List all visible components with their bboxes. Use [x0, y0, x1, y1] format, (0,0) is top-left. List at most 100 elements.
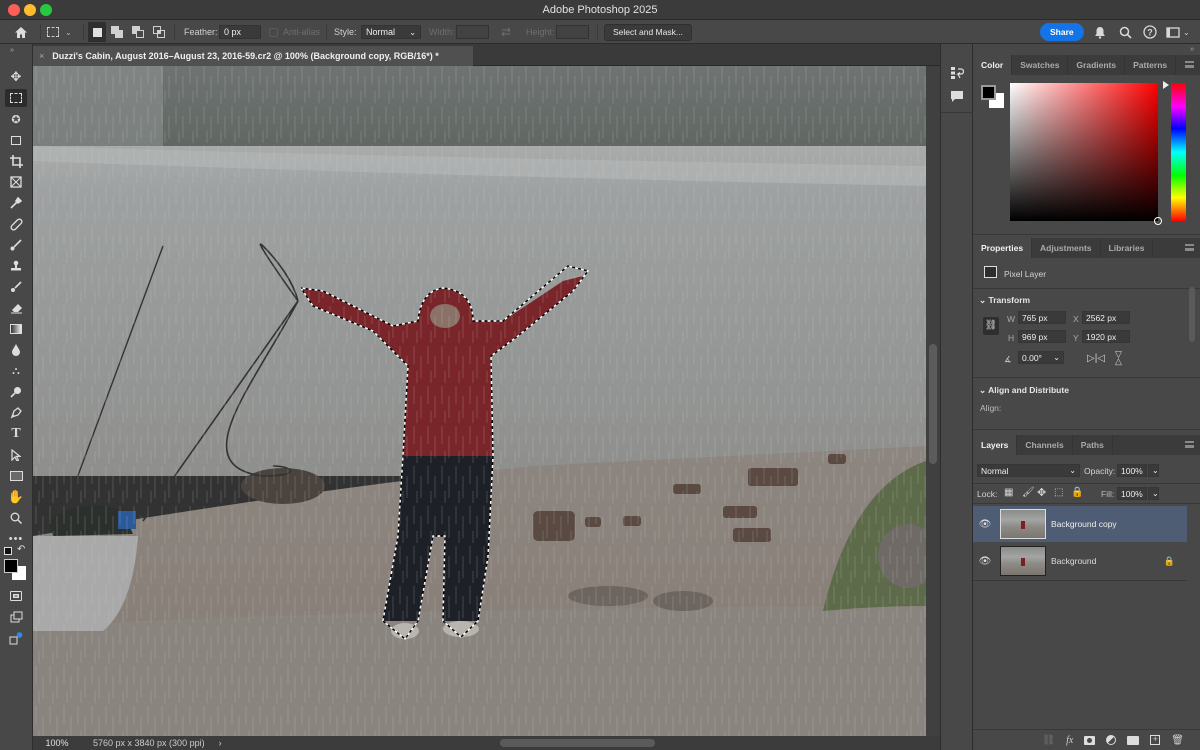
history-brush-tool[interactable]	[5, 278, 27, 296]
tab-libraries[interactable]: Libraries	[1101, 238, 1154, 258]
paint-bucket-tool[interactable]: ⛬	[5, 362, 27, 380]
link-layers-icon[interactable]: ⛓	[1042, 735, 1055, 746]
properties-scrollbar[interactable]	[1189, 287, 1195, 342]
tab-properties[interactable]: Properties	[973, 238, 1033, 258]
quick-mask-button[interactable]	[5, 587, 27, 605]
lock-all-icon[interactable]: 🔒	[1071, 487, 1083, 498]
transform-height-input[interactable]: 969 px	[1018, 330, 1066, 343]
flip-horizontal-icon[interactable]: ▷|◁	[1087, 353, 1105, 364]
add-to-selection-button[interactable]	[111, 20, 125, 44]
tool-preset-picker[interactable]: ⌄	[47, 20, 72, 44]
help-button[interactable]: ?	[1143, 20, 1157, 44]
tab-layers[interactable]: Layers	[973, 435, 1018, 455]
feather-input[interactable]: 0 px	[219, 25, 261, 39]
opacity-input[interactable]: 100%	[1117, 464, 1147, 477]
foreground-color-swatch[interactable]	[4, 559, 18, 573]
panel-menu-icon[interactable]	[1185, 61, 1194, 68]
notifications-button[interactable]	[1094, 20, 1106, 44]
tab-patterns[interactable]: Patterns	[1125, 55, 1177, 75]
move-tool[interactable]: ✥	[5, 68, 27, 86]
layer-row-background-copy[interactable]: 👁 Background copy	[973, 506, 1187, 542]
link-dimensions-icon[interactable]: ⛓	[983, 317, 999, 335]
brush-tool[interactable]	[5, 236, 27, 254]
panel-menu-icon[interactable]	[1185, 441, 1194, 448]
expand-toolbar-icon[interactable]: »	[10, 47, 14, 54]
visibility-eye-icon[interactable]: 👁	[973, 519, 997, 530]
opacity-dropdown[interactable]: ⌄	[1148, 464, 1159, 477]
screen-mode-button[interactable]	[5, 608, 27, 626]
subtract-from-selection-button[interactable]	[132, 20, 146, 44]
fill-input[interactable]: 100%	[1117, 487, 1147, 500]
color-field[interactable]	[1010, 83, 1162, 225]
rectangle-tool[interactable]	[5, 467, 27, 485]
blur-tool[interactable]	[5, 341, 27, 359]
rotation-angle-input[interactable]: 0.00° ⌄	[1018, 351, 1064, 364]
tab-gradients[interactable]: Gradients	[1068, 55, 1126, 75]
close-tab-icon[interactable]: ×	[39, 51, 44, 61]
swap-colors-icon[interactable]: ↶	[17, 544, 25, 555]
height-input[interactable]	[556, 25, 589, 39]
comments-panel-button[interactable]	[950, 90, 964, 105]
new-layer-icon[interactable]: +	[1150, 735, 1161, 745]
vertical-scrollbar[interactable]	[926, 66, 940, 736]
adjustment-layer-icon[interactable]	[1106, 735, 1117, 745]
horizontal-scroll-thumb[interactable]	[500, 739, 655, 747]
document-tab[interactable]: × Duzzi's Cabin, August 2016–August 23, …	[33, 46, 473, 66]
lock-position-icon[interactable]: ✥	[1037, 486, 1046, 499]
add-mask-icon[interactable]	[1084, 735, 1096, 745]
transform-section-toggle[interactable]: ⌄ Transform	[979, 295, 1030, 306]
history-panel-button[interactable]	[950, 66, 965, 82]
layer-row-background[interactable]: 👁 Background 🔒	[973, 543, 1187, 579]
share-button[interactable]: Share	[1040, 23, 1084, 41]
home-button[interactable]	[14, 20, 28, 44]
fill-dropdown[interactable]: ⌄	[1148, 487, 1159, 500]
fx-icon[interactable]: fx	[1066, 735, 1073, 746]
hue-slider[interactable]	[1171, 83, 1186, 221]
frame-tool[interactable]	[5, 173, 27, 191]
hand-tool[interactable]: ✋	[5, 488, 27, 506]
lock-artboard-icon[interactable]: ⬚	[1054, 487, 1063, 498]
color-picker-handle[interactable]	[1154, 217, 1162, 225]
new-selection-button[interactable]	[88, 22, 106, 42]
zoom-level[interactable]: 100%	[33, 738, 81, 748]
object-selection-tool[interactable]: ✪	[5, 110, 27, 128]
lock-image-pixels-icon[interactable]: 🖌	[1022, 487, 1035, 498]
document-canvas[interactable]	[33, 66, 926, 736]
tab-swatches[interactable]: Swatches	[1012, 55, 1069, 75]
style-select[interactable]: Normal ⌄	[361, 20, 421, 44]
dodge-tool[interactable]	[5, 383, 27, 401]
frame-select-tool[interactable]	[5, 131, 27, 149]
expand-dock-icon[interactable]: »	[1190, 46, 1194, 53]
tab-paths[interactable]: Paths	[1073, 435, 1113, 455]
clone-stamp-tool[interactable]	[5, 257, 27, 275]
tab-adjustments[interactable]: Adjustments	[1032, 238, 1101, 258]
transform-x-input[interactable]: 2562 px	[1082, 311, 1130, 324]
hue-slider-handle[interactable]	[1163, 81, 1169, 89]
rectangular-marquee-tool[interactable]	[5, 89, 27, 107]
new-group-icon[interactable]	[1127, 735, 1140, 745]
type-tool[interactable]: T	[5, 425, 27, 443]
tab-color[interactable]: Color	[973, 55, 1013, 75]
blend-mode-select[interactable]: Normal ⌄	[977, 464, 1080, 477]
align-distribute-section-toggle[interactable]: ⌄ Align and Distribute	[979, 385, 1069, 396]
default-colors-icon[interactable]	[4, 547, 12, 555]
tab-channels[interactable]: Channels	[1017, 435, 1073, 455]
anti-alias-checkbox[interactable]: Anti-alias	[269, 20, 320, 44]
status-menu-arrow-icon[interactable]: ›	[219, 738, 222, 748]
spot-healing-tool[interactable]	[5, 215, 27, 233]
crop-tool[interactable]	[5, 152, 27, 170]
pen-tool[interactable]	[5, 404, 27, 422]
vertical-scroll-thumb[interactable]	[929, 344, 937, 464]
select-and-mask-button[interactable]: Select and Mask...	[604, 23, 692, 41]
delete-layer-icon[interactable]: 🗑	[1171, 735, 1184, 746]
lock-transparent-pixels-icon[interactable]: ▦	[1004, 487, 1013, 498]
flip-vertical-icon[interactable]: ▽ △	[1115, 350, 1122, 366]
eraser-tool[interactable]	[5, 299, 27, 317]
transform-width-input[interactable]: 765 px	[1018, 311, 1066, 324]
search-button[interactable]	[1119, 20, 1132, 44]
share-for-review-button[interactable]	[5, 629, 27, 647]
swap-width-height-icon[interactable]: ⇄	[501, 20, 511, 44]
transform-y-input[interactable]: 1920 px	[1082, 330, 1130, 343]
gradient-tool[interactable]	[5, 320, 27, 338]
path-selection-tool[interactable]	[5, 446, 27, 464]
